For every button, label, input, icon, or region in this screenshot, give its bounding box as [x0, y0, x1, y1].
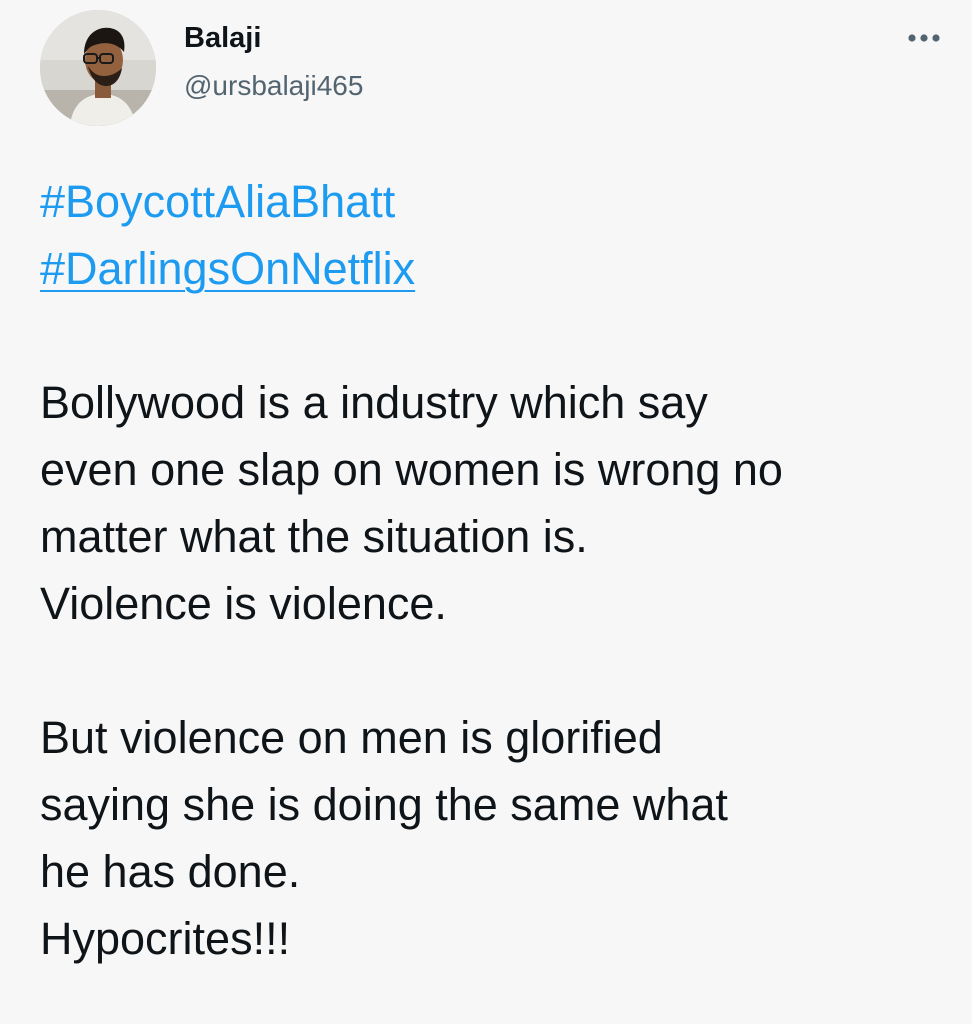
tweet-card: Balaji @ursbalaji465 #BoycottAliaBhatt #…: [0, 0, 972, 1024]
text-line: Hypocrites!!!: [40, 913, 291, 964]
text-line: Bollywood is a industry which say: [40, 377, 708, 428]
text-line: But violence on men is glorified: [40, 712, 663, 763]
tweet-text: #BoycottAliaBhatt #DarlingsOnNetflix Bol…: [40, 168, 950, 972]
tweet-paragraph: But violence on men is glorified saying …: [40, 704, 950, 972]
hashtag-link[interactable]: #BoycottAliaBhatt: [40, 168, 395, 235]
user-handle[interactable]: @ursbalaji465: [184, 70, 363, 102]
display-name[interactable]: Balaji: [184, 22, 261, 55]
hashtag-link[interactable]: #DarlingsOnNetflix: [40, 235, 415, 302]
more-options-icon[interactable]: [904, 26, 944, 50]
tweet-paragraph: Bollywood is a industry which say even o…: [40, 369, 950, 637]
text-line: matter what the situation is.: [40, 511, 588, 562]
text-line: Violence is violence.: [40, 578, 447, 629]
text-line: saying she is doing the same what: [40, 779, 728, 830]
avatar-photo-icon: [40, 10, 156, 126]
avatar[interactable]: [40, 10, 156, 126]
text-line: he has done.: [40, 846, 301, 897]
text-line: even one slap on women is wrong no: [40, 444, 783, 495]
